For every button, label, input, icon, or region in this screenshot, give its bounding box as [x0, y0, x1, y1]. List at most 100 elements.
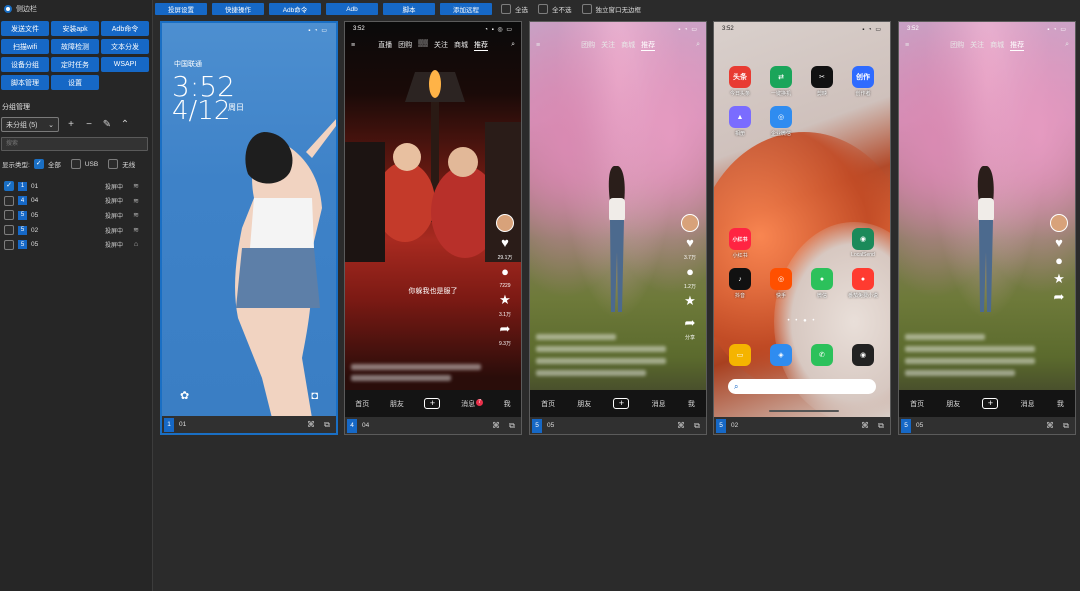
settings-button[interactable]: 设置 [51, 75, 99, 90]
menu-icon[interactable]: ≡ [536, 42, 540, 49]
external-link-icon[interactable]: ⧉ [1059, 421, 1073, 431]
device-screen[interactable]: 3:52 ▪ ◔ ▭ ≡ 团购 关注 商城 推荐 ⌕ ♥ ● ★ ➦ 首页 朋友… [899, 22, 1075, 417]
device-row[interactable]: 5 02 投屏中 ≋ [4, 223, 150, 238]
app-toutiao[interactable]: 头条 今日头条 [725, 66, 755, 97]
tab-mall[interactable]: 商城 [454, 40, 468, 51]
share-icon[interactable]: ➦ [500, 322, 511, 336]
app-capcut[interactable]: ✂ 剪映 [807, 66, 837, 97]
device-group-button[interactable]: 设备分组 [1, 57, 49, 72]
device-screen[interactable]: 3:52 ◔ ▪ ◎ ▭ ≡ 直播 团购 ▒▒ 关注 商城 推荐 ⌕ ♥ 29.… [345, 22, 521, 417]
tab-mall[interactable]: 商城 [621, 40, 635, 51]
adb-command-button[interactable]: Adb命令 [101, 21, 149, 36]
device-card-04[interactable]: 3:52 ◔ ▪ ◎ ▭ ≡ 直播 团购 ▒▒ 关注 商城 推荐 ⌕ ♥ 29.… [344, 21, 522, 435]
comment-icon[interactable]: ● [501, 265, 509, 279]
send-file-button[interactable]: 发送文件 [1, 21, 49, 36]
device-checkbox[interactable] [4, 195, 14, 206]
external-link-icon[interactable]: ⧉ [690, 421, 704, 431]
share-icon[interactable]: ➦ [685, 316, 696, 330]
borderless-window-check[interactable]: 独立窗口无边框 [581, 4, 641, 14]
device-screen[interactable]: ▪ ◔ ▭ 中国联通 3:52 4/12 周日 ✿ ◘ [162, 23, 336, 418]
tab-group-buy[interactable]: 团购 [581, 40, 595, 51]
menu-icon[interactable]: ≡ [351, 42, 355, 49]
tab-follow[interactable]: 关注 [434, 40, 448, 51]
app-browser[interactable]: ◈ [766, 344, 796, 366]
author-avatar[interactable] [496, 214, 514, 232]
device-screen[interactable]: ▪ ◔ ▭ ≡ 团购 关注 商城 推荐 ⌕ ♥ 3.7万 ● 1.2万 ★ ➦ … [530, 22, 706, 417]
plus-icon[interactable]: + [424, 398, 441, 409]
device-checkbox[interactable]: ✓ [4, 181, 14, 192]
app-wechat[interactable]: ● 微信 [807, 268, 837, 299]
app-wecom[interactable]: ◎ 企业微信 [766, 106, 796, 137]
app-gallery[interactable]: ▲ 相册 [725, 106, 755, 137]
search-icon[interactable]: ⌕ [696, 41, 700, 49]
tab-group-buy[interactable]: 团购 [398, 40, 412, 51]
script-manager-button[interactable]: 脚本管理 [1, 75, 49, 90]
nav-home[interactable]: 首页 [541, 399, 555, 409]
nav-friends[interactable]: 朋友 [577, 399, 591, 409]
filter-all-checkbox[interactable]: ✓ [33, 159, 44, 169]
add-remote-button[interactable]: 添加远程 [440, 3, 492, 15]
heart-icon[interactable]: ♥ [501, 236, 509, 250]
app-creator[interactable]: 创作 创作者 [848, 66, 878, 97]
device-checkbox[interactable] [4, 210, 14, 221]
heart-icon[interactable]: ♥ [1055, 236, 1063, 250]
nav-home[interactable]: 首页 [910, 399, 924, 409]
device-checkbox[interactable] [4, 225, 14, 236]
install-apk-button[interactable]: 安装apk [51, 21, 99, 36]
tab-follow[interactable]: 关注 [601, 40, 615, 51]
tab-blurred[interactable]: ▒▒ [418, 40, 428, 51]
app-camera[interactable]: ◉ [848, 344, 878, 366]
tab-recommend[interactable]: 推荐 [641, 40, 656, 51]
tab-group-buy[interactable]: 团购 [950, 40, 964, 51]
author-avatar[interactable] [681, 214, 699, 232]
app-xiaohongshu[interactable]: 小红书 小红书 [725, 228, 755, 259]
tab-mall[interactable]: 商城 [990, 40, 1004, 51]
flashlight-icon[interactable]: ✿ [180, 389, 189, 402]
borderless-window-checkbox[interactable] [581, 4, 592, 14]
external-link-icon[interactable]: ⧉ [874, 421, 888, 431]
device-row[interactable]: 5 05 投屏中 ≋ [4, 208, 150, 223]
nav-me[interactable]: 我 [504, 399, 511, 409]
home-search-bar[interactable]: ⌕ [728, 379, 876, 394]
link-icon[interactable]: ⌘ [304, 420, 318, 429]
star-icon[interactable]: ★ [684, 294, 696, 308]
toolbar-script-button[interactable]: 脚本 [383, 3, 435, 15]
search-icon[interactable]: ⌕ [1065, 41, 1069, 49]
app-kuaishou[interactable]: ◎ 快手 [766, 268, 796, 299]
external-link-icon[interactable]: ⧉ [320, 420, 334, 430]
scheduled-task-button[interactable]: 定时任务 [51, 57, 99, 72]
menu-icon[interactable]: ≡ [905, 42, 909, 49]
nav-friends[interactable]: 朋友 [390, 399, 404, 409]
device-card-05b[interactable]: 3:52 ▪ ◔ ▭ ≡ 团购 关注 商城 推荐 ⌕ ♥ ● ★ ➦ 首页 朋友… [898, 21, 1076, 435]
plus-icon[interactable]: + [613, 398, 630, 409]
star-icon[interactable]: ★ [1053, 272, 1065, 286]
tab-recommend[interactable]: 推荐 [474, 40, 489, 51]
toolbar-adb-command-button[interactable]: Adb命令 [269, 3, 321, 15]
nav-messages[interactable]: 消息 [1021, 399, 1035, 409]
device-card-05[interactable]: ▪ ◔ ▭ ≡ 团购 关注 商城 推荐 ⌕ ♥ 3.7万 ● 1.2万 ★ ➦ … [529, 21, 707, 435]
device-row[interactable]: ✓ 1 01 投屏中 ≋ [4, 179, 150, 194]
select-all-checkbox[interactable] [501, 4, 511, 14]
camera-icon[interactable]: ◘ [311, 390, 318, 402]
sidebar-toggle-radio[interactable] [4, 5, 12, 13]
quick-actions-button[interactable]: 快捷操作 [212, 3, 264, 15]
device-row[interactable]: 5 05 投屏中 ⌂ [4, 237, 150, 252]
app-douyin[interactable]: ♪ 抖音 [725, 268, 755, 299]
device-checkbox[interactable] [4, 239, 14, 250]
cast-settings-button[interactable]: 投屏设置 [155, 3, 207, 15]
nav-messages[interactable]: 消息 7 [461, 398, 484, 409]
comment-icon[interactable]: ● [1055, 254, 1063, 268]
wsapi-button[interactable]: WSAPI [101, 57, 149, 72]
select-all-check[interactable]: 全选 [501, 4, 528, 14]
chevron-up-icon[interactable]: ⌃ [119, 119, 131, 131]
nav-me[interactable]: 我 [1057, 399, 1064, 409]
author-avatar[interactable] [1050, 214, 1068, 232]
toolbar-adb-button[interactable]: Adb [326, 3, 378, 15]
link-icon[interactable]: ⌘ [1043, 421, 1057, 430]
link-icon[interactable]: ⌘ [674, 421, 688, 430]
device-card-01[interactable]: ▪ ◔ ▭ 中国联通 3:52 4/12 周日 ✿ ◘ 1 01 ⌘ ⧉ [160, 21, 338, 435]
app-phone-clone[interactable]: ⇄ 一键换机 [766, 66, 796, 97]
app-fanqie-novel[interactable]: ● 番茄免费小说 [848, 268, 878, 299]
tab-live[interactable]: 直播 [378, 40, 392, 51]
device-screen[interactable]: 3:52 ▪ ◔ ▭ 头条 今日头条 ⇄ 一键换机 ✂ 剪映 创作 创作者 ▲ … [714, 22, 890, 417]
